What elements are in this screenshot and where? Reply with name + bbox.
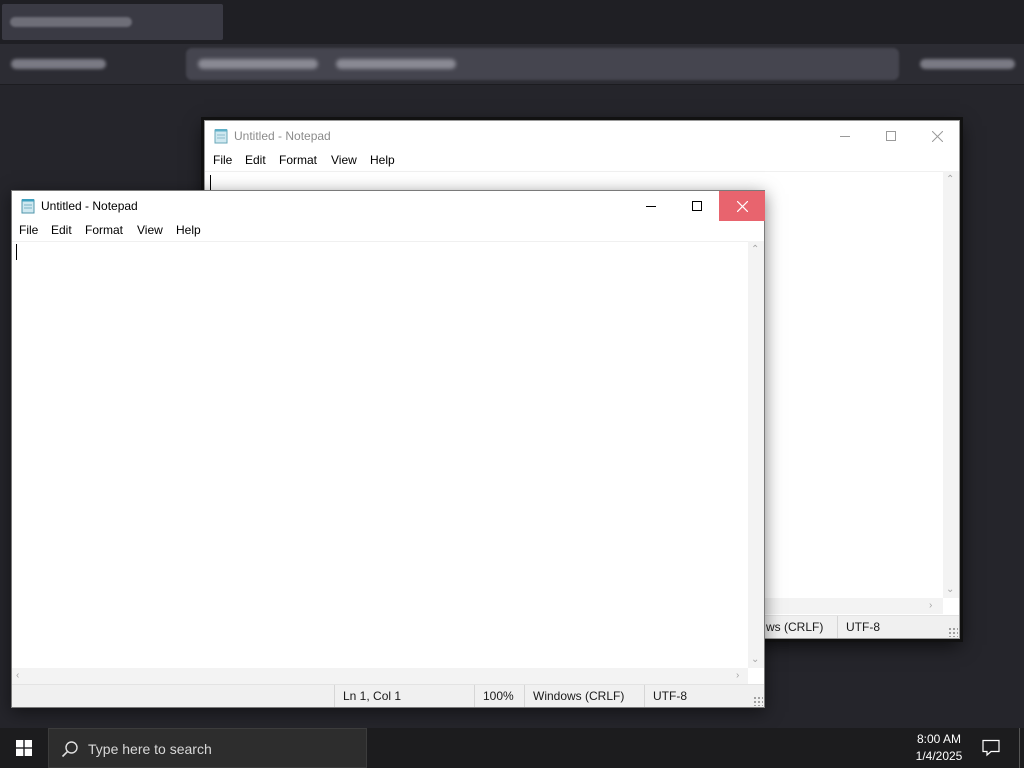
text-caret [16,244,17,260]
menu-file[interactable]: File [19,223,38,237]
close-icon [736,200,748,212]
minimize-icon [646,206,656,207]
taskbar-search-box[interactable]: Type here to search [48,728,367,768]
show-desktop-button[interactable] [1019,728,1020,768]
windows-start-icon [16,740,32,756]
notepad-icon [21,199,35,214]
scroll-down-icon[interactable]: ⌄ [751,655,759,665]
menu-bar: File Edit Format View Help [205,151,959,171]
title-bar[interactable]: Untitled - Notepad [12,191,765,221]
resize-grip-icon[interactable] [948,627,958,637]
minimize-icon [840,136,850,137]
menu-edit[interactable]: Edit [245,153,266,167]
vertical-scrollbar[interactable]: ⌃ ⌄ [748,241,764,668]
maximize-icon [692,201,702,211]
maximize-button[interactable] [868,121,914,151]
notepad-window-front[interactable]: Untitled - Notepad File Edit Format View… [11,190,765,708]
scroll-up-icon[interactable]: ⌃ [946,175,954,185]
text-editor[interactable] [12,241,748,669]
maximize-icon [886,131,896,141]
scroll-up-icon[interactable]: ⌃ [751,245,759,255]
system-clock[interactable]: 8:00 AM 1/4/2025 [900,731,978,765]
window-title: Untitled - Notepad [41,199,138,213]
menu-format[interactable]: Format [279,153,317,167]
close-icon [931,130,943,142]
search-icon [61,741,78,758]
notification-center-button[interactable] [981,738,1001,760]
menu-file[interactable]: File [213,153,232,167]
status-line-ending: Windows (CRLF) [524,685,644,707]
status-bar: Ln 1, Col 1 100% Windows (CRLF) UTF-8 [12,684,764,707]
menu-view[interactable]: View [331,153,357,167]
notepad-icon [214,129,228,144]
menu-bar: File Edit Format View Help [12,221,764,241]
background-app-tab[interactable] [2,4,223,40]
title-bar[interactable]: Untitled - Notepad [205,121,959,151]
status-encoding: UTF-8 [837,616,959,638]
minimize-button[interactable] [822,121,868,151]
minimize-button[interactable] [628,191,674,221]
start-button[interactable] [0,728,48,768]
scroll-left-icon[interactable]: ‹ [16,671,19,681]
scroll-right-icon[interactable]: › [736,671,739,681]
taskbar: Type here to search 8:00 AM 1/4/2025 [0,728,1024,768]
menu-help[interactable]: Help [370,153,395,167]
status-encoding: UTF-8 [644,685,764,707]
window-title: Untitled - Notepad [234,129,331,143]
background-app-address-bar[interactable] [186,48,899,80]
text-caret [210,175,211,191]
scroll-down-icon[interactable]: ⌄ [946,585,954,595]
close-button[interactable] [914,121,960,151]
menu-edit[interactable]: Edit [51,223,72,237]
menu-format[interactable]: Format [85,223,123,237]
clock-date: 1/4/2025 [915,749,963,763]
background-app-tabstrip [0,0,1024,44]
status-zoom: 100% [474,685,524,707]
horizontal-scrollbar[interactable]: ‹ › [12,668,748,684]
scroll-right-icon[interactable]: › [929,601,932,611]
status-line-ending: ws (CRLF) [757,616,837,638]
clock-time: 8:00 AM [916,732,962,746]
menu-view[interactable]: View [137,223,163,237]
notification-icon [982,739,1000,757]
menu-help[interactable]: Help [176,223,201,237]
resize-grip-icon[interactable] [753,696,763,706]
maximize-button[interactable] [674,191,720,221]
vertical-scrollbar[interactable]: ⌃ ⌄ [943,171,959,598]
search-placeholder: Type here to search [88,741,212,757]
status-cursor-position: Ln 1, Col 1 [334,685,474,707]
close-button[interactable] [719,191,765,221]
